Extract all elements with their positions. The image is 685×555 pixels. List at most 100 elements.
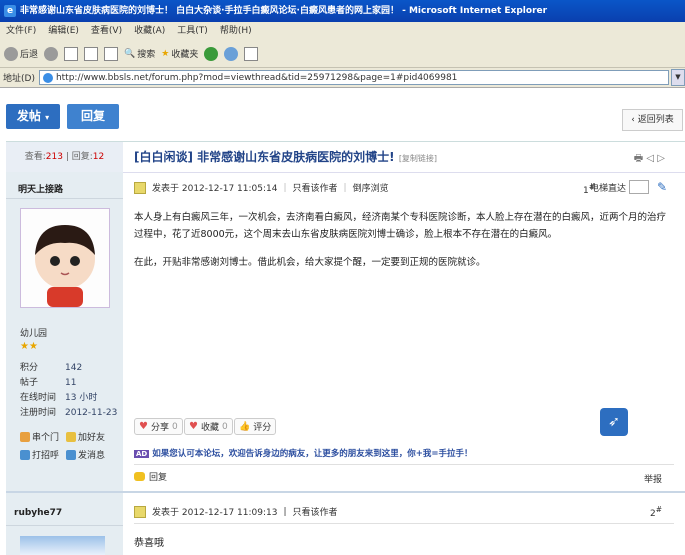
back-button[interactable]: 后退 [4,46,38,61]
greet-button[interactable]: 打招呼 [20,448,59,461]
media-icon [204,46,219,61]
thread-header: 查看:213 | 回复:12 [白白闲谈] 非常感谢山东省皮肤病医院的刘博士! … [6,141,685,173]
edit-pen-icon[interactable]: ✎ [657,180,667,194]
visit-label: 串个门 [32,433,60,443]
thread-title-text: [白白闲谈] 非常感谢山东省皮肤病医院的刘博士! [134,150,395,164]
menu-edit[interactable]: 编辑(E) [48,26,79,36]
author-name[interactable]: rubyhe77 [14,508,62,518]
only-author-link[interactable]: 只看该作者 [293,505,338,518]
stat-label: 在线时间 [20,393,57,403]
author-sidebar: 明天上接路 幼儿园 ★★ 积分 142 帖子 11 在线时间 13 小时 注册时间 20… [6,172,123,491]
mail-button[interactable] [244,46,259,61]
post-button[interactable]: 发帖 ▾ [6,104,60,129]
reply-bubble-icon [134,472,145,481]
favorite-button[interactable]: ♥ 收藏 0 [184,418,233,435]
stat-value[interactable]: 142 [65,363,82,373]
jump-to-floor: 电梯直达 [590,180,649,194]
address-input[interactable]: http://www.bbsls.net/forum.php?mod=viewt… [38,70,669,85]
menu-file[interactable]: 文件(F) [6,26,36,36]
message-label: 发消息 [78,451,106,461]
heart-icon: ♥ [139,421,148,432]
stat-label: 注册时间 [20,408,57,418]
menu-tools[interactable]: 工具(T) [177,26,208,36]
forward-button[interactable] [44,46,59,61]
avatar[interactable] [20,208,110,308]
replies-count: 12 [92,152,105,162]
forward-arrow-icon [44,46,59,61]
reply-button[interactable]: 回复 [67,104,119,129]
stat-points: 积分 142 [20,360,120,373]
greet-label: 打招呼 [32,451,60,461]
home-icon [104,46,119,61]
add-friend-label: 加好友 [78,433,106,443]
post-label: 发帖 [16,109,41,123]
home-button[interactable] [104,46,119,61]
report-link[interactable]: 举报 [644,472,662,485]
print-icon[interactable]: 🖶 [634,153,643,164]
post-paragraph: 在此，开贴非常感谢刘博士。借此机会，给大家提个醒，一定要到正规的医院就诊。 [134,257,486,268]
post-divider [134,523,674,524]
author-name[interactable]: 明天上接路 [18,182,63,195]
star-icon: ★ [161,48,170,59]
page-content: 发帖 ▾ 回复 ‹ 返回列表 查看:213 | 回复:12 [白白闲谈] 非常感… [0,88,685,555]
stat-posts: 帖子 11 [20,375,120,388]
favorite-label: 收藏 [200,423,219,433]
menu-favorites[interactable]: 收藏(A) [134,26,165,36]
media-button[interactable] [204,46,219,61]
share-button[interactable]: ♥ 分享 0 [134,418,183,435]
favorites-button[interactable]: ★ 收藏夹 [161,47,198,61]
stat-value[interactable]: 11 [65,378,76,388]
user-group[interactable]: 幼儿园 [20,326,47,339]
stop-button[interactable] [64,46,79,61]
favorite-count: 0 [221,421,228,432]
replies-label: 回复: [71,152,93,162]
menu-help[interactable]: 帮助(H) [220,26,252,36]
reverse-order-link[interactable]: 倒序浏览 [353,181,389,194]
meta-divider: | [283,182,287,193]
post-time: 发表于 2012-12-17 11:05:14 [152,184,278,194]
ie-page-icon [42,73,53,83]
back-to-list-button[interactable]: ‹ 返回列表 [622,109,683,131]
address-dropdown-icon[interactable]: ▼ [670,69,685,86]
visit-button[interactable]: 串个门 [20,430,59,443]
search-button[interactable]: 🔍 搜索 [124,47,156,61]
message-button[interactable]: 发消息 [66,448,105,461]
add-friend-icon [66,431,76,442]
floor-suffix: # [655,505,662,514]
rate-label: 评分 [253,423,272,433]
only-author-link[interactable]: 只看该作者 [293,181,338,194]
bird-logo-icon[interactable]: ➶ [600,408,628,436]
window-title: 非常感谢山东省皮肤病医院的刘博士！ 白白大杂谈·手拉手白癜风论坛·白癜风患者的网… [20,6,548,16]
next-thread-icon[interactable]: ▷ [657,153,665,164]
avatar-image [21,209,109,307]
search-icon: 🔍 [124,48,136,59]
jump-input[interactable] [629,180,649,194]
post-divider [134,464,674,465]
heart-icon: ♥ [189,421,198,432]
post-time: 发表于 2012-12-17 11:09:13 [152,508,278,518]
avatar[interactable] [20,536,105,555]
online-status-icon [134,505,146,518]
history-button[interactable] [224,46,239,61]
copy-link[interactable]: [复制链接] [399,154,437,163]
refresh-button[interactable] [84,46,99,61]
author-divider [6,525,123,526]
mail-icon [244,46,259,61]
message-icon [66,449,76,460]
chevron-down-icon: ▾ [45,113,50,122]
thread-nav-icons: 🖶 ◁ ▷ [634,151,665,168]
promo-link[interactable]: AD 如果您认可本论坛，欢迎告诉身边的病友，让更多的朋友来到这里，你+我=手拉手！ [134,447,472,459]
stat-value: 2012-11-23 [65,408,118,418]
views-count: 213 [45,152,63,162]
back-arrow-icon [4,46,18,61]
address-url: http://www.bbsls.net/forum.php?mod=viewt… [55,73,458,83]
prev-thread-icon[interactable]: ◁ [646,153,654,164]
address-bar: 地址(D) http://www.bbsls.net/forum.php?mod… [0,68,685,88]
share-label: 分享 [150,423,169,433]
menu-view[interactable]: 查看(V) [91,26,122,36]
floor-number[interactable]: 2# [650,505,662,519]
rate-button[interactable]: 👍 评分 [234,418,277,435]
search-label: 搜索 [137,50,156,60]
add-friend-button[interactable]: 加好友 [66,430,105,443]
reply-link[interactable]: 回复 [134,470,167,483]
